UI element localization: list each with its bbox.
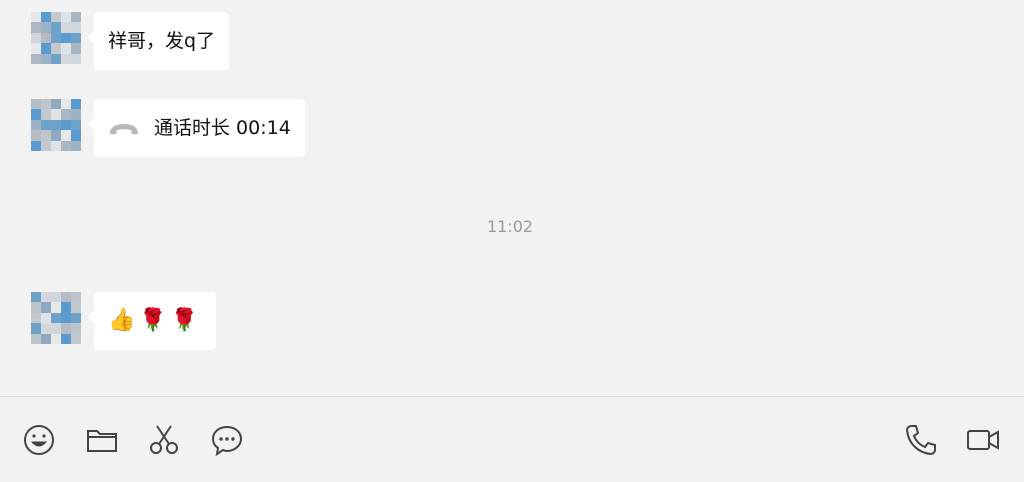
phone-hangup-icon	[108, 121, 140, 135]
phone-icon[interactable]	[904, 423, 938, 457]
thumbs-up-emoji: 👍	[108, 308, 136, 333]
avatar[interactable]	[31, 12, 81, 64]
folder-icon[interactable]	[85, 423, 119, 457]
avatar[interactable]	[31, 292, 81, 344]
scissors-icon[interactable]	[147, 423, 181, 457]
message-row: 祥哥，发q了	[31, 12, 230, 70]
message-row: 👍 🌹 🌹	[31, 292, 217, 350]
call-bubble[interactable]: 通话时长 00:14	[88, 99, 305, 157]
message-bubble[interactable]: 祥哥，发q了	[87, 12, 230, 70]
avatar[interactable]	[31, 99, 81, 151]
chat-bubble-icon[interactable]	[210, 423, 244, 457]
timestamp: 11:02	[486, 217, 534, 236]
message-row: 通话时长 00:14	[31, 99, 305, 157]
message-bubble[interactable]: 👍 🌹 🌹	[87, 292, 217, 350]
video-camera-icon[interactable]	[966, 423, 1000, 457]
message-text: 祥哥，发q了	[108, 29, 216, 52]
toolbar	[0, 397, 1024, 482]
emoji-icon[interactable]	[22, 423, 56, 457]
rose-emoji: 🌹	[170, 308, 199, 333]
chat-area: 祥哥，发q了 通话时长 00:14 11:02 👍 🌹 🌹	[0, 0, 1024, 396]
rose-emoji: 🌹	[139, 308, 167, 333]
call-duration-text: 通话时长 00:14	[154, 116, 291, 139]
